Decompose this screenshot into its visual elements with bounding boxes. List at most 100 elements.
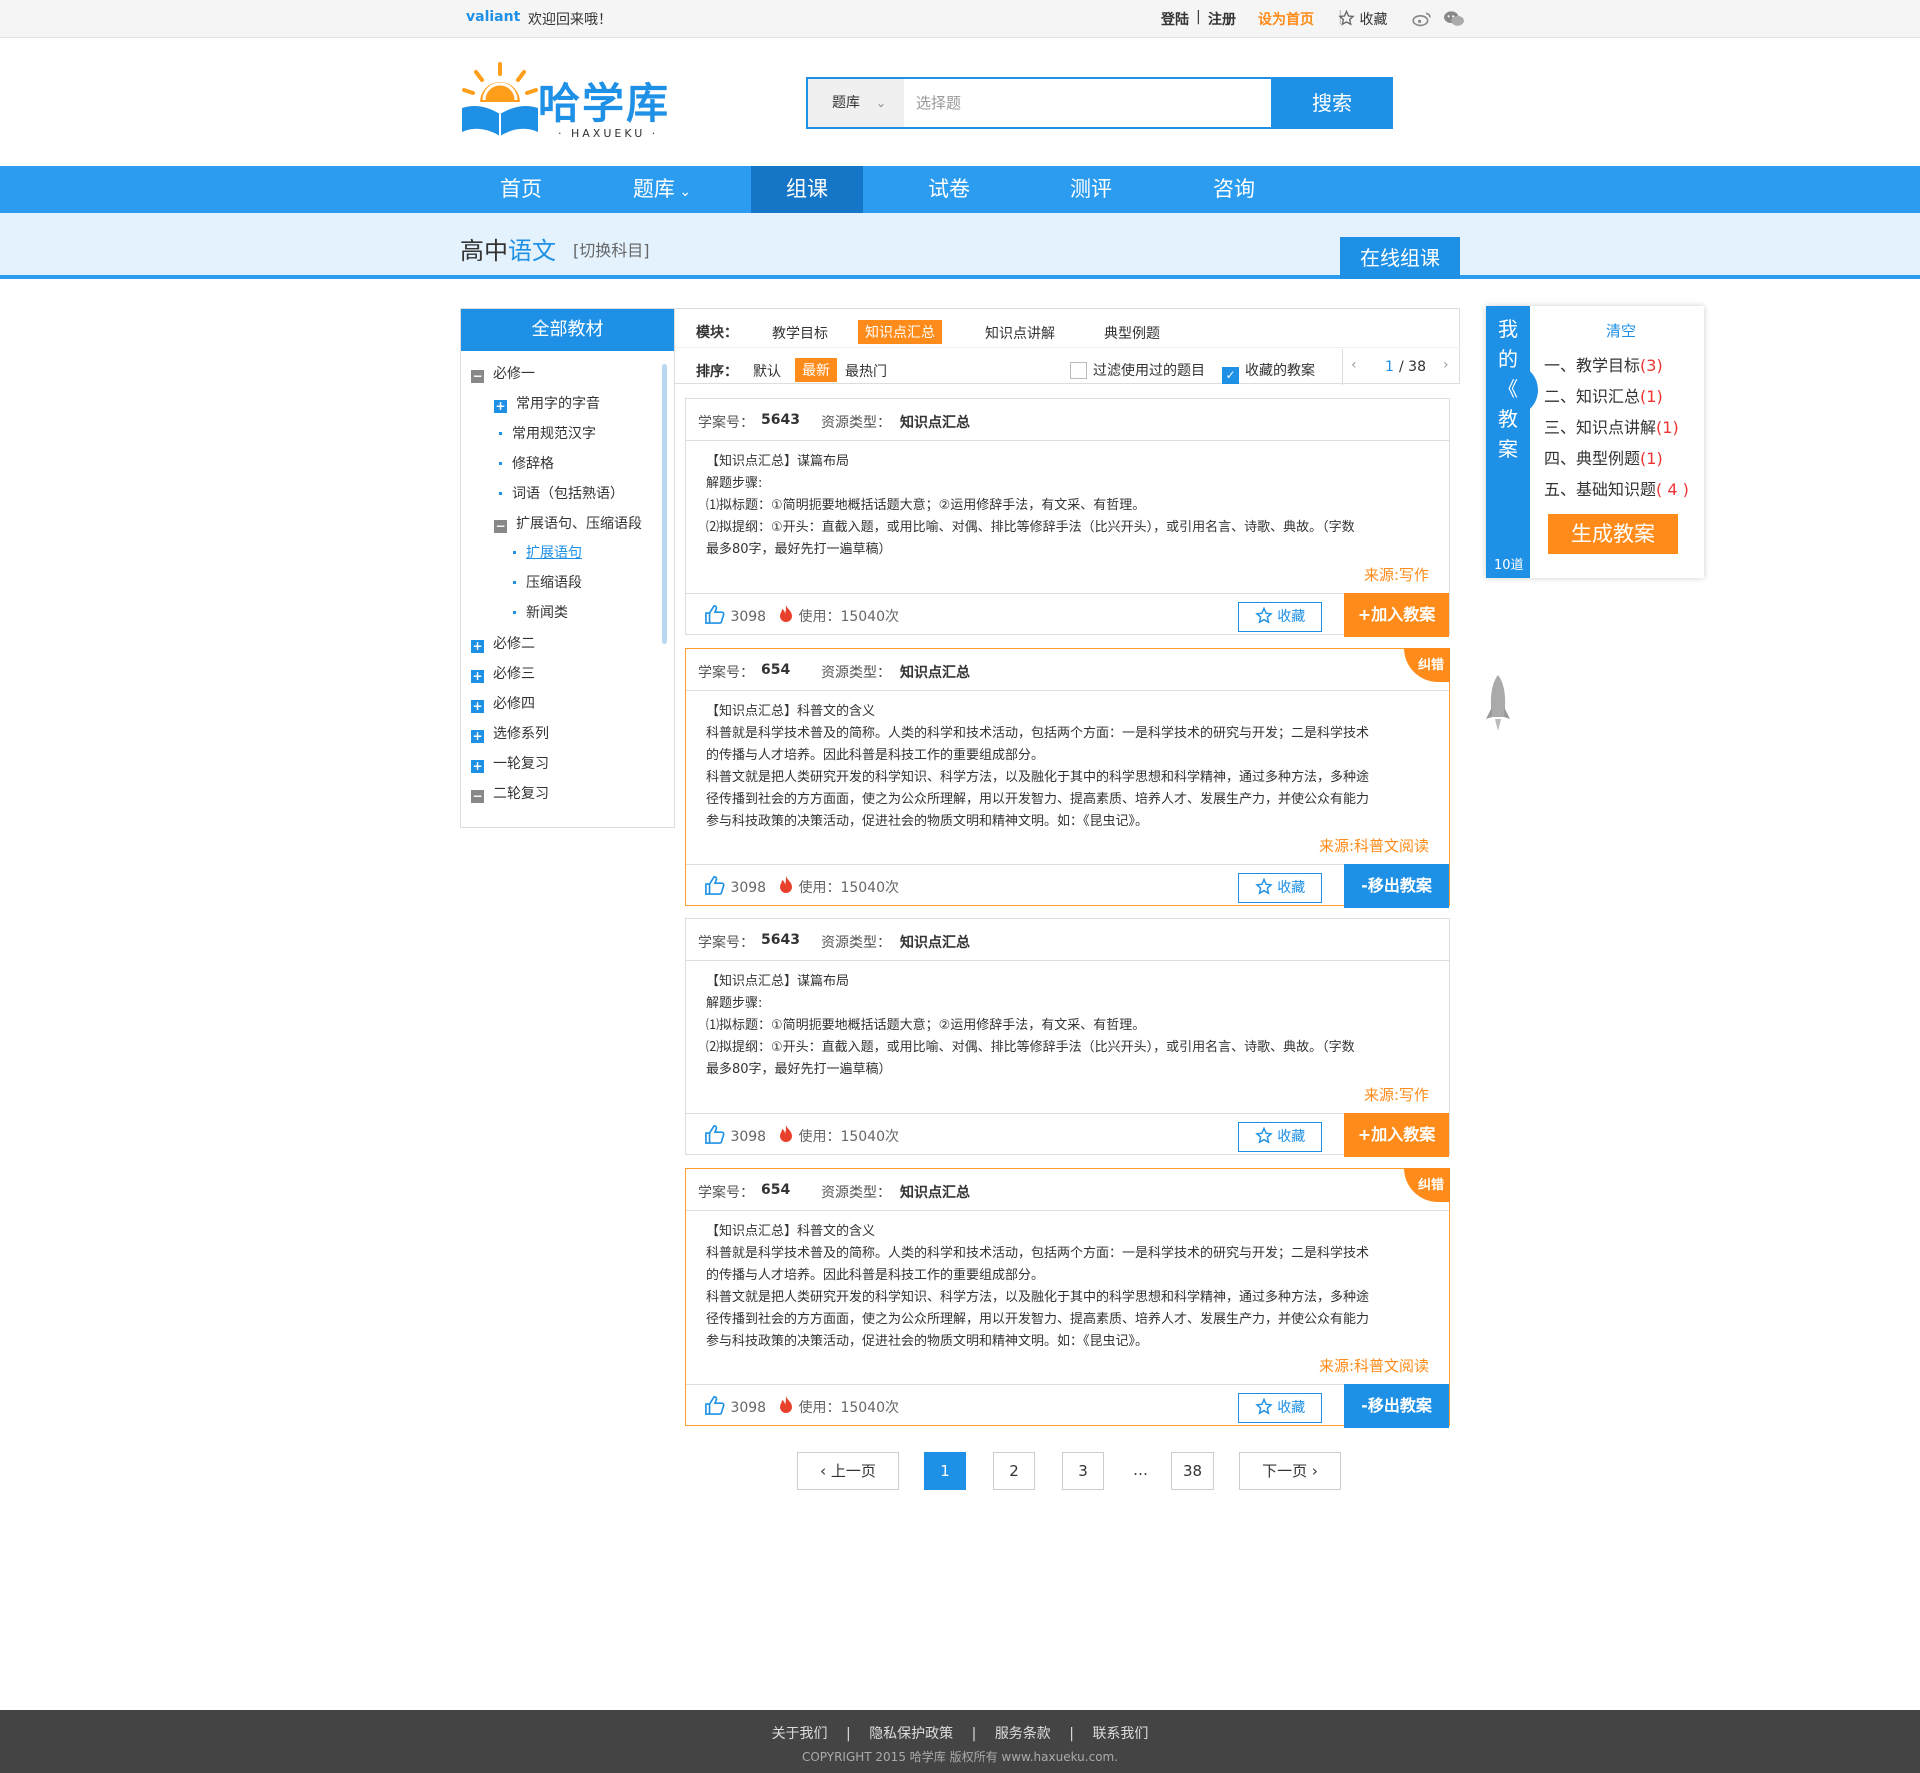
- plan-item-count: (1): [1640, 449, 1663, 468]
- like-button[interactable]: 3098: [704, 1124, 766, 1145]
- nav-assessment[interactable]: 测评: [1035, 166, 1147, 213]
- favorite-button[interactable]: 收藏: [1238, 873, 1322, 903]
- filter-used-checkbox[interactable]: 过滤使用过的题目: [1070, 360, 1205, 380]
- search-input[interactable]: [906, 79, 1266, 127]
- add-to-plan-button[interactable]: +加入教案: [1344, 1113, 1449, 1157]
- footer-link-privacy[interactable]: 隐私保护政策: [869, 1726, 953, 1742]
- set-home-link[interactable]: 设为首页: [1258, 9, 1314, 29]
- footer-link-contact[interactable]: 联系我们: [1092, 1726, 1148, 1742]
- card-footer: 3098 使用：15040次 收藏 -移出教案: [686, 1384, 1449, 1428]
- register-link[interactable]: 注册: [1208, 9, 1236, 29]
- page-button[interactable]: 3: [1062, 1452, 1104, 1490]
- sort-option[interactable]: 默认: [753, 361, 781, 381]
- card-header: 学案号： 5643 资源类型： 知识点汇总: [686, 919, 1449, 961]
- footer-link-about[interactable]: 关于我们: [772, 1726, 828, 1742]
- search-category-select[interactable]: 题库 ⌄: [808, 79, 904, 127]
- like-button[interactable]: 3098: [704, 875, 766, 896]
- nav-compose-lesson[interactable]: 组课: [751, 166, 863, 213]
- tree-item[interactable]: + 常用字的字音: [494, 395, 600, 413]
- footer-link-terms[interactable]: 服务条款: [995, 1726, 1051, 1742]
- module-option[interactable]: 知识点讲解: [985, 323, 1055, 343]
- generate-plan-button[interactable]: 生成教案: [1548, 514, 1678, 554]
- plan-item[interactable]: 五、基础知识题( 4 ): [1544, 476, 1689, 500]
- tree-item[interactable]: 词语（包括熟语）: [499, 485, 624, 503]
- like-button[interactable]: 3098: [704, 1395, 766, 1416]
- site-logo[interactable]: 哈学库 · HAXUEKU ·: [458, 60, 688, 142]
- tree-item[interactable]: + 一轮复习: [471, 755, 549, 773]
- sort-option-active[interactable]: 最新: [795, 358, 837, 382]
- card-source[interactable]: 来源:写作: [1364, 1084, 1429, 1105]
- module-option[interactable]: 典型例题: [1104, 323, 1160, 343]
- tree-item[interactable]: + 必修四: [471, 695, 535, 713]
- chevron-right-icon[interactable]: ›: [1443, 357, 1449, 373]
- card-body: 【知识点汇总】谋篇布局 解题步骤: ⑴拟标题：①简明扼要地概括话题大意；②运用修辞手…: [706, 971, 1421, 1081]
- clear-plan-button[interactable]: 清空: [1606, 320, 1636, 341]
- search-button[interactable]: 搜索: [1271, 77, 1393, 129]
- usage-info: 使用：15040次: [778, 1124, 899, 1146]
- tree-item[interactable]: − 扩展语句、压缩语段: [494, 515, 642, 533]
- page-button[interactable]: 38: [1171, 1452, 1214, 1490]
- page-button-active[interactable]: 1: [924, 1452, 966, 1490]
- module-option-active[interactable]: 知识点汇总: [858, 320, 942, 344]
- page-button[interactable]: 2: [993, 1452, 1035, 1490]
- plan-item-label: 二、知识汇总: [1544, 387, 1641, 406]
- nav-question-bank[interactable]: 题库 ⌄: [606, 166, 718, 213]
- card-source[interactable]: 来源:写作: [1364, 564, 1429, 585]
- next-page-button[interactable]: 下一页 ›: [1239, 1452, 1341, 1490]
- tree-item[interactable]: 压缩语段: [513, 574, 582, 592]
- tree-item[interactable]: + 必修二: [471, 635, 535, 653]
- plan-item[interactable]: 三、知识点讲解(1): [1544, 414, 1679, 438]
- remove-from-plan-button[interactable]: -移出教案: [1344, 864, 1449, 908]
- plan-item[interactable]: 二、知识汇总(1): [1544, 383, 1663, 407]
- chevron-left-icon[interactable]: ‹: [1351, 357, 1357, 373]
- like-button[interactable]: 3098: [704, 604, 766, 625]
- plan-item[interactable]: 一、教学目标(3): [1544, 352, 1663, 376]
- tree-item[interactable]: 常用规范汉字: [499, 425, 596, 443]
- bullet-icon: [513, 551, 516, 554]
- tree-item[interactable]: + 选修系列: [471, 725, 549, 743]
- sidebar-scrollbar[interactable]: [662, 364, 667, 644]
- star-outline-icon: [1338, 9, 1355, 26]
- remove-from-plan-button[interactable]: -移出教案: [1344, 1384, 1449, 1428]
- tree-item[interactable]: 新闻类: [513, 604, 568, 622]
- card-body: 【知识点汇总】科普文的含义 科普就是科学技术普及的简称。人类的科学和技术活动，包括…: [706, 701, 1421, 833]
- back-to-top-rocket-icon[interactable]: [1484, 673, 1512, 737]
- login-link[interactable]: 登陆: [1161, 9, 1189, 29]
- favorite-button[interactable]: 收藏: [1238, 1393, 1322, 1423]
- wechat-icon[interactable]: [1443, 10, 1465, 32]
- add-to-plan-button[interactable]: +加入教案: [1344, 593, 1449, 637]
- prev-page-button[interactable]: ‹ 上一页: [797, 1452, 899, 1490]
- tree-item[interactable]: − 必修一: [471, 365, 535, 383]
- tree-item-label: 新闻类: [526, 605, 568, 621]
- online-lesson-button[interactable]: 在线组课: [1340, 237, 1460, 279]
- logo-mark-icon: [462, 62, 538, 136]
- module-option[interactable]: 教学目标: [772, 323, 828, 343]
- tree-item-active[interactable]: 扩展语句: [513, 544, 582, 562]
- card-source[interactable]: 来源:科普文阅读: [1319, 1355, 1429, 1376]
- username[interactable]: valiant: [466, 9, 520, 25]
- tree-item[interactable]: 修辞格: [499, 455, 554, 473]
- card-id-label: 学案号：: [698, 935, 754, 951]
- nav-home[interactable]: 首页: [465, 166, 577, 213]
- checkbox-checked-icon: ✓: [1222, 367, 1239, 384]
- tree-item[interactable]: − 二轮复习: [471, 785, 549, 803]
- tree-item[interactable]: + 必修三: [471, 665, 535, 683]
- nav-papers[interactable]: 试卷: [893, 166, 1005, 213]
- card-source[interactable]: 来源:科普文阅读: [1319, 835, 1429, 856]
- sort-option[interactable]: 最热门: [845, 361, 887, 381]
- switch-subject-link[interactable]: [切换科目]: [573, 237, 650, 261]
- card-id-label: 学案号：: [698, 415, 754, 431]
- checkbox-icon: [1070, 362, 1087, 379]
- weibo-icon[interactable]: [1412, 11, 1432, 31]
- favorite-button[interactable]: 收藏: [1238, 1122, 1322, 1152]
- favorite-button[interactable]: 收藏: [1238, 602, 1322, 632]
- favorite-label: 收藏: [1277, 1400, 1306, 1416]
- nav-consult[interactable]: 咨询: [1178, 166, 1290, 213]
- subject-level: 高中: [460, 237, 508, 265]
- favorite-link[interactable]: 收藏: [1338, 9, 1387, 29]
- tree-item-label: 扩展语句、压缩语段: [516, 516, 642, 532]
- plan-item[interactable]: 四、典型例题(1): [1544, 445, 1663, 469]
- favorited-checkbox[interactable]: ✓ 收藏的教案: [1222, 360, 1315, 384]
- card-body-line: 【知识点汇总】谋篇布局: [706, 974, 850, 989]
- textbook-sidebar: 全部教材 − 必修一 + 常用字的字音 常用规范汉字 修辞格 词语（包括熟语） − 扩…: [460, 308, 675, 828]
